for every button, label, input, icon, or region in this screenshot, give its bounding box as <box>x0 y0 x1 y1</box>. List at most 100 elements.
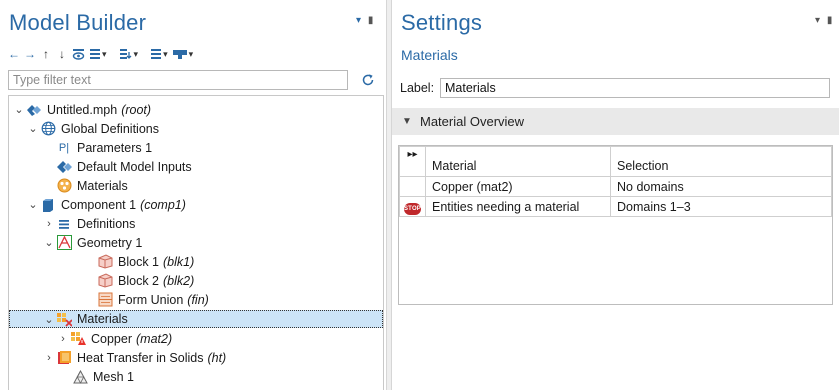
tree-node-label: Untitled.mph <box>47 102 118 117</box>
material-cell: Entities needing a material <box>425 196 611 217</box>
tree-node-geometry[interactable]: ⌄ Geometry 1 <box>9 233 383 252</box>
tree-node-global-materials[interactable]: Materials <box>9 176 383 195</box>
tree-node-label: Block 1 <box>118 254 159 269</box>
chevron-down-icon[interactable]: ⌄ <box>26 122 40 135</box>
tree-node-definitions[interactable]: › Definitions <box>9 214 383 233</box>
table-row[interactable]: STOP Entities needing a material Domains… <box>399 196 832 217</box>
materials-icon <box>56 178 72 194</box>
table-header-row: ▸▸ Material Selection <box>399 146 832 177</box>
tree-node-heat-transfer[interactable]: › Heat Transfer in Solids (ht) <box>9 348 383 367</box>
geometry-icon <box>56 235 72 251</box>
label-caption: Label: <box>400 81 435 95</box>
stop-icon: STOP <box>404 202 421 215</box>
tree-filter-input[interactable] <box>8 70 348 90</box>
tree-node-label: Component 1 <box>61 197 137 212</box>
expand-sections-icon[interactable] <box>89 45 107 63</box>
tree-node-label: Block 2 <box>118 273 159 288</box>
tree-node-copper[interactable]: › Copper (mat2) <box>9 329 383 348</box>
tree-node-global-definitions[interactable]: ⌄ Global Definitions <box>9 119 383 138</box>
arrow-right-icon[interactable]: → <box>24 45 36 63</box>
tree-node-label: Materials <box>77 178 128 193</box>
arrow-up-icon[interactable]: ↑ <box>40 45 52 63</box>
model-file-icon <box>26 102 42 118</box>
tree-node-tag: (blk2) <box>163 273 195 288</box>
selection-cell: Domains 1–3 <box>610 196 832 217</box>
tree-node-default-model-inputs[interactable]: Default Model Inputs <box>9 157 383 176</box>
pin-icon[interactable]: ▮ <box>827 15 833 26</box>
heat-transfer-icon <box>56 350 72 366</box>
label-row: Label: <box>392 76 839 100</box>
form-union-icon <box>97 292 113 308</box>
row-status-cell: STOP <box>399 196 426 217</box>
arrow-left-icon[interactable]: ← <box>8 45 20 63</box>
block-icon <box>97 273 113 289</box>
settings-pane: Settings ▾ ▮ Materials Label: ▼ Material… <box>392 0 839 390</box>
component-icon <box>40 197 56 213</box>
chevron-down-icon[interactable]: ⌄ <box>42 313 56 326</box>
tree-node-label: Materials <box>77 312 128 326</box>
table-menu-icon[interactable]: ▸▸ <box>399 146 426 177</box>
mesh-icon <box>72 369 88 385</box>
model-builder-title: Model Builder <box>9 10 147 35</box>
tree-node-component[interactable]: ⌄ Component 1 (comp1) <box>9 195 383 214</box>
chevron-right-icon[interactable]: › <box>42 218 56 230</box>
tree-node-form-union[interactable]: Form Union (fin) <box>9 290 383 309</box>
material-overview-section[interactable]: ▼ Material Overview <box>392 108 839 135</box>
tree-node-block-1[interactable]: Block 1 (blk1) <box>9 252 383 271</box>
tree-node-tag: (fin) <box>187 292 209 307</box>
tree-node-tag: (mat2) <box>136 331 173 346</box>
table-row[interactable]: Copper (mat2) No domains <box>399 176 832 197</box>
globe-icon <box>40 121 56 137</box>
tree-node-label: Mesh 1 <box>93 369 134 384</box>
tree-node-tag: (ht) <box>207 350 227 365</box>
tree-node-label: Definitions <box>77 216 136 231</box>
section-title: Material Overview <box>420 114 525 129</box>
tree-node-tag: (root) <box>121 102 152 117</box>
add-node-icon[interactable] <box>119 45 139 63</box>
material-warning-icon <box>70 331 86 347</box>
materials-node-icon <box>56 311 72 327</box>
material-overview-table: ▸▸ Material Selection Copper (mat2) No d… <box>398 145 833 305</box>
pane-menu-pin[interactable]: ▾ ▮ <box>815 15 832 26</box>
chevron-down-icon[interactable]: ⌄ <box>12 103 26 116</box>
model-tree: ⌄ Untitled.mph (root) ⌄ Global Definitio… <box>8 95 384 390</box>
tree-node-mesh[interactable]: Mesh 1 <box>9 367 383 386</box>
tree-node-label: Parameters 1 <box>77 140 153 155</box>
refresh-icon[interactable] <box>358 70 378 90</box>
build-icon[interactable] <box>172 45 194 63</box>
tree-node-parameters[interactable]: P| Parameters 1 <box>9 138 383 157</box>
collapse-caret-icon[interactable]: ▼ <box>402 116 420 127</box>
tree-node-tag: (comp1) <box>140 197 186 212</box>
pane-menu-icon[interactable]: ▾ <box>356 15 361 26</box>
column-header-material[interactable]: Material <box>425 146 611 177</box>
tree-node-label: Heat Transfer in Solids <box>77 350 204 365</box>
tree-node-component-materials[interactable]: ⌄ Materials <box>9 310 383 328</box>
arrow-down-icon[interactable]: ↓ <box>56 45 68 63</box>
row-status-cell <box>399 176 426 197</box>
settings-subtitle: Materials <box>401 47 458 63</box>
parameters-icon: P| <box>58 141 70 154</box>
tree-node-label: Default Model Inputs <box>77 159 192 174</box>
tree-node-block-2[interactable]: Block 2 (blk2) <box>9 271 383 290</box>
tree-node-label: Global Definitions <box>61 121 159 136</box>
list-icon[interactable] <box>150 45 168 63</box>
column-header-selection[interactable]: Selection <box>610 146 832 177</box>
chevron-down-icon[interactable]: ⌄ <box>26 198 40 211</box>
settings-title: Settings <box>401 10 483 35</box>
show-icon[interactable] <box>72 45 85 63</box>
tree-node-tag: (blk1) <box>163 254 195 269</box>
label-input[interactable] <box>440 78 830 98</box>
chevron-right-icon[interactable]: › <box>56 333 70 345</box>
material-cell: Copper (mat2) <box>425 176 611 197</box>
model-builder-toolbar: ← → ↑ ↓ <box>8 44 318 64</box>
model-inputs-icon <box>56 159 72 175</box>
tree-node-label: Geometry 1 <box>77 235 143 250</box>
chevron-down-icon[interactable]: ⌄ <box>42 236 56 249</box>
pane-menu-icon[interactable]: ▾ <box>815 15 820 26</box>
tree-node-root[interactable]: ⌄ Untitled.mph (root) <box>9 100 383 119</box>
pane-menu-pin[interactable]: ▾ ▮ <box>356 15 373 26</box>
pin-icon[interactable]: ▮ <box>368 15 374 26</box>
selection-cell: No domains <box>610 176 832 197</box>
block-icon <box>97 254 113 270</box>
chevron-right-icon[interactable]: › <box>42 352 56 364</box>
